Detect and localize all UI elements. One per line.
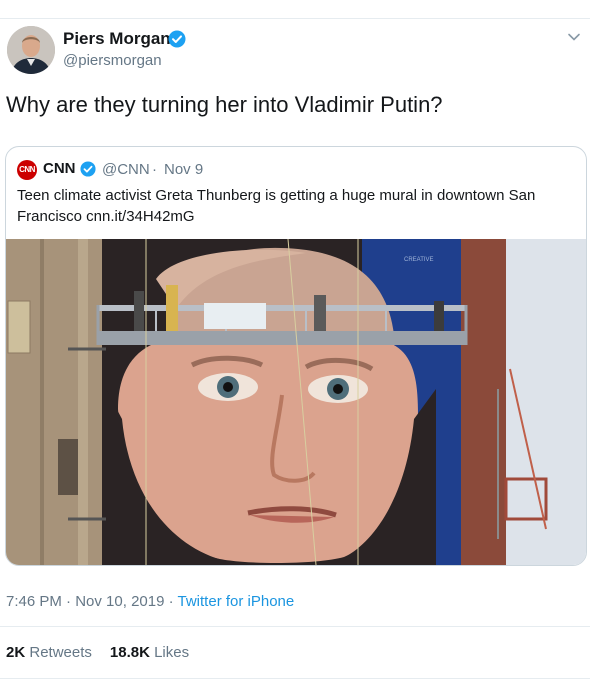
author-name[interactable]: Piers Morgan — [63, 29, 171, 49]
author-handle[interactable]: @piersmorgan — [63, 52, 162, 69]
quoted-date[interactable]: Nov 9 — [164, 161, 203, 178]
tweet-date[interactable]: Nov 10, 2019 — [75, 593, 164, 610]
avatar[interactable] — [7, 26, 55, 74]
likes-count: 18.8K — [109, 644, 150, 661]
chevron-down-icon[interactable] — [566, 29, 582, 45]
cnn-logo: CNN — [17, 160, 37, 180]
mural-signage: CREATIVE — [404, 257, 434, 263]
retweets-stat[interactable]: 2K Retweets — [6, 644, 92, 661]
retweets-count: 2K — [6, 644, 26, 661]
tweet-source-link[interactable]: Twitter for iPhone — [178, 593, 295, 610]
tweet-meta: 7:46 PM · Nov 10, 2019 · Twitter for iPh… — [6, 593, 294, 610]
verified-badge-icon — [80, 161, 96, 177]
bottom-divider — [0, 678, 590, 679]
quoted-text: Teen climate activist Greta Thunberg is … — [17, 187, 536, 225]
tweet-text: Why are they turning her into Vladimir P… — [6, 92, 443, 117]
quoted-separator: · — [152, 161, 157, 178]
quoted-author-name[interactable]: CNN — [43, 160, 76, 177]
top-divider — [0, 18, 590, 19]
mural-photo[interactable]: CREATIVE — [6, 239, 586, 565]
likes-label: Likes — [154, 644, 190, 661]
likes-stat[interactable]: 18.8K Likes — [110, 644, 189, 661]
meta-separator: · — [164, 593, 178, 610]
meta-separator: · — [61, 593, 76, 610]
tweet-time[interactable]: 7:46 PM — [6, 593, 62, 610]
quoted-tweet[interactable]: CNN CNN @CNN · Nov 9 Teen climate activi… — [5, 146, 587, 566]
verified-badge-icon — [168, 30, 186, 48]
retweets-label: Retweets — [29, 644, 92, 661]
stats-divider — [0, 626, 590, 627]
tweet-stats: 2K Retweets 18.8K Likes — [6, 644, 189, 661]
quoted-handle[interactable]: @CNN — [102, 161, 150, 178]
